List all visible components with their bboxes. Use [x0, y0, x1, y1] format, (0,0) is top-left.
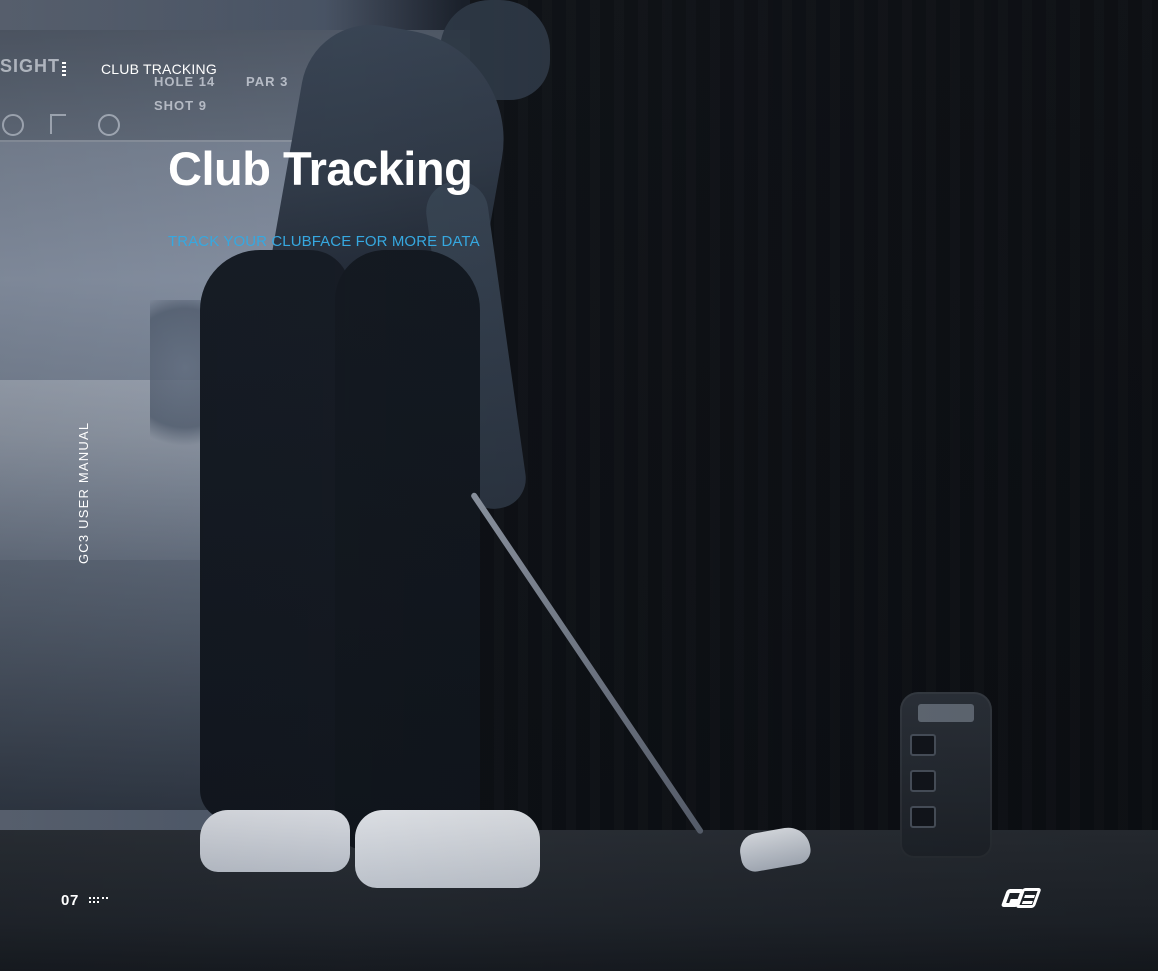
- page-title: Club Tracking: [168, 142, 473, 195]
- manual-page: SIGHT HOLE 14 PAR 3 SHOT 9 CLUB TRACKING…: [0, 0, 1158, 971]
- ge-logo-icon: [1000, 888, 1042, 910]
- left-shoe: [200, 810, 350, 872]
- hud-target-icon: [98, 114, 120, 136]
- hud-logo-fragment: SIGHT: [0, 56, 61, 76]
- dark-curtain: [470, 0, 1158, 860]
- page-number: 07: [61, 892, 79, 909]
- golfer-right-leg: [335, 250, 480, 850]
- hud-sun-icon: [2, 114, 24, 136]
- device-slot-top: [910, 734, 936, 756]
- golfer-left-leg: [200, 250, 350, 820]
- section-label: CLUB TRACKING: [101, 61, 217, 77]
- hud-flag-icon: [50, 114, 66, 134]
- vertical-dots-icon: [62, 62, 66, 76]
- manual-vertical-label: GC3 USER MANUAL: [76, 421, 91, 564]
- page-subtitle: TRACK YOUR CLUBFACE FOR MORE DATA: [168, 233, 480, 250]
- right-shoe: [355, 810, 540, 888]
- launch-monitor-device: [900, 692, 992, 858]
- device-slot-bottom: [910, 806, 936, 828]
- golfer-figure: [190, 0, 550, 900]
- page-dots-icon: [89, 897, 109, 905]
- device-slot-middle: [910, 770, 936, 792]
